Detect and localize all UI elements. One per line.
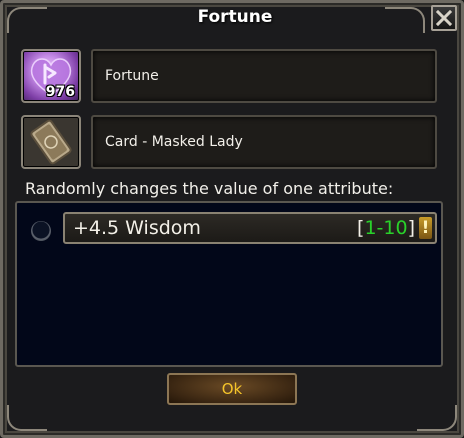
frame-ornament	[7, 405, 47, 431]
attribute-option[interactable]: +4.5 Wisdom [1-10] !	[63, 212, 437, 244]
card-item-slot[interactable]	[21, 115, 81, 169]
exclamation-icon: !	[419, 217, 432, 239]
masked-lady-card-icon	[30, 119, 72, 165]
attribute-description: Randomly changes the value of one attrib…	[25, 179, 394, 198]
dialog-title: Fortune	[197, 7, 273, 27]
fortune-dialog: Fortune 976 Fortune Card - Masked Lady R…	[0, 0, 464, 438]
range-value: 1-10	[364, 217, 408, 239]
item-count: 976	[45, 84, 75, 100]
fortune-item-name: Fortune	[91, 49, 437, 103]
option-label: +4.5 Wisdom	[73, 217, 201, 239]
card-item-name: Card - Masked Lady	[91, 115, 437, 169]
warning-symbol: !	[421, 218, 430, 238]
frame-ornament	[417, 405, 457, 431]
option-radio[interactable]	[31, 221, 51, 241]
attribute-options-list: +4.5 Wisdom [1-10] !	[15, 201, 443, 367]
range-close-bracket: ]	[407, 217, 415, 239]
close-icon	[436, 10, 452, 26]
fortune-item-slot[interactable]: 976	[21, 49, 81, 103]
ok-button[interactable]: Ok	[167, 373, 297, 405]
close-button[interactable]	[431, 5, 457, 31]
option-range: [1-10]	[357, 214, 415, 242]
